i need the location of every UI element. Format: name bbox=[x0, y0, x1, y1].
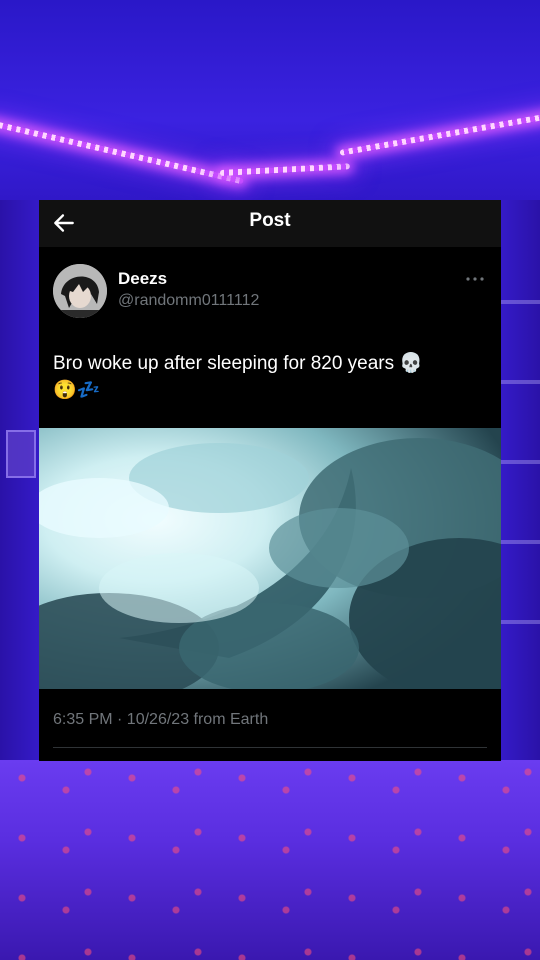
author-handle[interactable]: @randomm0111112 bbox=[118, 292, 259, 310]
bed-pattern bbox=[0, 760, 540, 960]
post-text: Bro woke up after sleeping for 820 years… bbox=[53, 353, 424, 374]
post-timestamp[interactable]: 6:35 PM · 10/26/23 from Earth bbox=[53, 711, 268, 729]
moon-clouds-illustration bbox=[39, 428, 501, 689]
background-room: Post Deezs @randomm0111112 Bro woke up a… bbox=[0, 0, 540, 960]
page-title: Post bbox=[249, 210, 291, 231]
wall-frame bbox=[6, 430, 36, 478]
avatar-illustration bbox=[53, 264, 107, 318]
post-card: Post Deezs @randomm0111112 Bro woke up a… bbox=[39, 200, 501, 761]
post-media-image[interactable] bbox=[39, 428, 501, 689]
wall-shelf bbox=[500, 300, 540, 660]
more-horizontal-icon[interactable] bbox=[465, 270, 485, 288]
author-display-name[interactable]: Deezs bbox=[118, 269, 167, 289]
post-topbar: Post bbox=[39, 200, 501, 247]
post-emoji-line: 😲💤 bbox=[53, 380, 101, 401]
divider bbox=[53, 747, 487, 748]
avatar[interactable] bbox=[53, 264, 107, 318]
